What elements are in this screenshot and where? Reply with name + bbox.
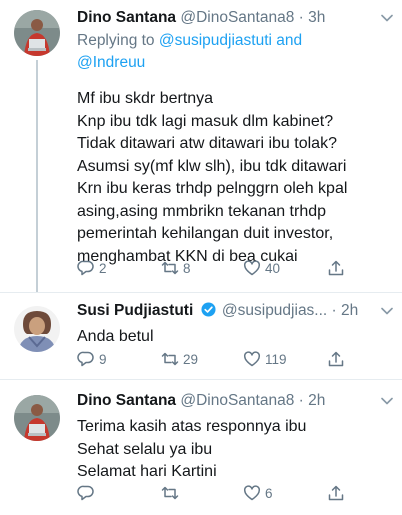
chevron-down-icon[interactable] — [380, 11, 394, 25]
like-count: 40 — [265, 260, 281, 276]
like-button[interactable]: 6 — [243, 482, 273, 504]
tweet-3[interactable]: Dino Santana @DinoSantana8 · 2h Terima k… — [0, 380, 402, 515]
tweet-actions: 6 — [77, 482, 357, 504]
mention-link[interactable]: @susipudjiastuti — [159, 32, 272, 49]
user-handle: @DinoSantana8 · 3h — [180, 9, 326, 26]
reply-button[interactable] — [77, 482, 99, 504]
tweet-text: Terima kasih atas responnya ibu Sehat se… — [77, 418, 307, 480]
share-icon — [328, 485, 344, 501]
like-button[interactable]: 119 — [243, 348, 287, 370]
reply-icon — [77, 351, 94, 367]
reply-count: 2 — [99, 260, 107, 276]
share-button[interactable] — [327, 348, 345, 370]
retweet-button[interactable]: 8 — [161, 257, 191, 279]
reply-icon — [77, 260, 94, 276]
tweet-2[interactable]: Susi Pudjiastuti @susipudjias... · 2h An… — [0, 293, 402, 377]
retweet-count: 8 — [183, 260, 191, 276]
replying-to: Replying to @susipudjiastuti and @Indreu… — [77, 32, 303, 71]
timestamp[interactable]: 3h — [308, 9, 325, 26]
tweet-actions: 2 8 40 — [77, 257, 357, 279]
reply-count: 9 — [99, 351, 107, 367]
chevron-down-icon[interactable] — [380, 304, 394, 318]
like-icon — [244, 260, 260, 276]
tweet-text: Anda betul — [77, 328, 154, 345]
share-icon — [328, 260, 344, 276]
tweet-header: Dino Santana @DinoSantana8 · 2h — [77, 390, 394, 412]
like-count: 119 — [265, 351, 287, 367]
user-handle: @susipudjias... · 2h — [221, 302, 359, 319]
timestamp[interactable]: 2h — [341, 302, 358, 319]
timestamp[interactable]: 2h — [308, 392, 325, 409]
user-handle: @DinoSantana8 · 2h — [180, 392, 326, 409]
retweet-count: 29 — [183, 351, 199, 367]
retweet-icon — [161, 486, 179, 500]
verified-badge-icon — [201, 302, 216, 317]
retweet-button[interactable] — [161, 482, 183, 504]
reply-icon — [77, 485, 94, 501]
display-name[interactable]: Dino Santana — [77, 392, 176, 409]
retweet-icon — [161, 352, 179, 366]
like-button[interactable]: 40 — [243, 257, 280, 279]
thread-line — [36, 60, 38, 292]
mention-link[interactable]: @Indreuu — [77, 54, 145, 71]
tweet-header: Susi Pudjiastuti @susipudjias... · 2h — [77, 300, 394, 322]
reply-button[interactable]: 9 — [77, 348, 107, 370]
share-icon — [328, 351, 344, 367]
chevron-down-icon[interactable] — [380, 394, 394, 408]
avatar-dino-santana[interactable] — [14, 10, 60, 56]
retweet-icon — [161, 261, 179, 275]
share-button[interactable] — [327, 482, 345, 504]
retweet-button[interactable]: 29 — [161, 348, 198, 370]
share-button[interactable] — [327, 257, 345, 279]
display-name[interactable]: Dino Santana — [77, 9, 176, 26]
display-name[interactable]: Susi Pudjiastuti — [77, 302, 193, 319]
avatar-dino-santana[interactable] — [14, 395, 60, 441]
reply-button[interactable]: 2 — [77, 257, 107, 279]
like-icon — [244, 351, 260, 367]
like-count: 6 — [265, 485, 273, 501]
tweet-text: Mf ibu skdr bertnya Knp ibu tdk lagi mas… — [77, 90, 348, 265]
tweet-header: Dino Santana @DinoSantana8 · 3h — [77, 7, 394, 29]
tweet-actions: 9 29 119 — [77, 348, 357, 370]
tweet-1[interactable]: Dino Santana @DinoSantana8 · 3h Replying… — [0, 0, 402, 292]
avatar-susi-pudjiastuti[interactable] — [14, 306, 60, 352]
like-icon — [244, 485, 260, 501]
